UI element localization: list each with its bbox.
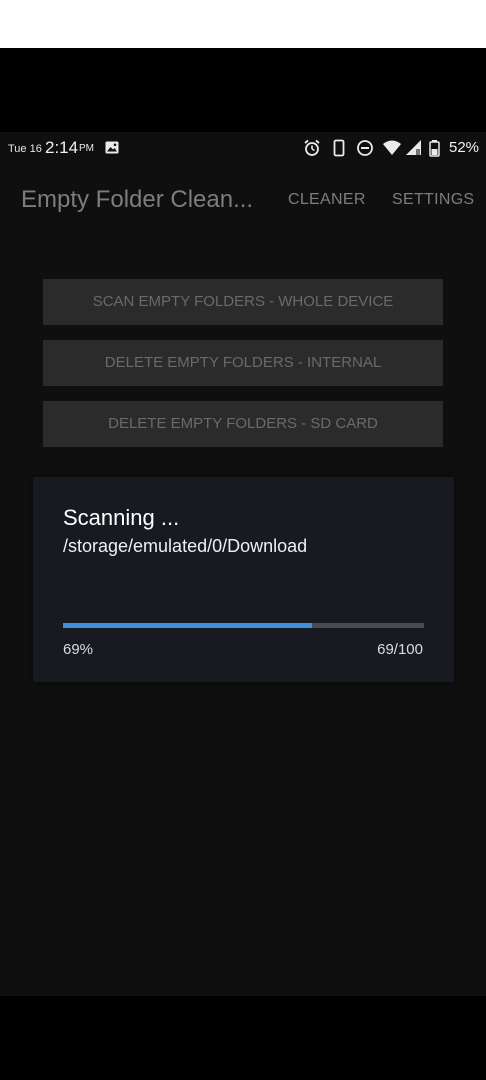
battery-icon	[428, 139, 446, 157]
alarm-icon	[303, 139, 321, 157]
progress-track	[63, 623, 424, 628]
scan-path: /storage/emulated/0/Download	[63, 536, 308, 556]
status-time: 2:14	[45, 138, 79, 157]
app-title: Empty Folder Clean...	[21, 186, 254, 213]
progress-count: 69/100	[377, 641, 423, 658]
delete-internal-button[interactable]: DELETE EMPTY FOLDERS - INTERNAL	[43, 340, 443, 386]
top-black-band	[0, 48, 486, 132]
app-bar: Empty Folder Clean... CLEANER SETTINGS	[0, 164, 486, 234]
progress-fill	[63, 623, 313, 628]
wifi-icon	[382, 139, 401, 157]
delete-sd-card-button[interactable]: DELETE EMPTY FOLDERS - SD CARD	[43, 401, 443, 447]
status-bar: Tue 16 2:14 PM 52%	[0, 132, 486, 164]
vibrate-icon	[330, 139, 348, 157]
scan-whole-device-button[interactable]: SCAN EMPTY FOLDERS - WHOLE DEVICE	[43, 279, 443, 325]
image-icon	[105, 141, 119, 154]
tab-cleaner[interactable]: CLEANER	[288, 191, 366, 209]
top-letterbox	[0, 0, 486, 48]
status-date: Tue 16	[8, 143, 42, 155]
battery-percent: 52%	[449, 139, 480, 156]
status-ampm: PM	[79, 143, 94, 154]
signal-icon	[405, 139, 423, 157]
do-not-disturb-icon	[356, 139, 374, 157]
bottom-black-band	[0, 996, 486, 1080]
tab-settings[interactable]: SETTINGS	[392, 191, 474, 209]
progress-percent: 69%	[63, 641, 94, 658]
dialog-title: Scanning ...	[63, 505, 180, 530]
scanning-progress-dialog: Scanning ... /storage/emulated/0/Downloa…	[33, 477, 454, 682]
